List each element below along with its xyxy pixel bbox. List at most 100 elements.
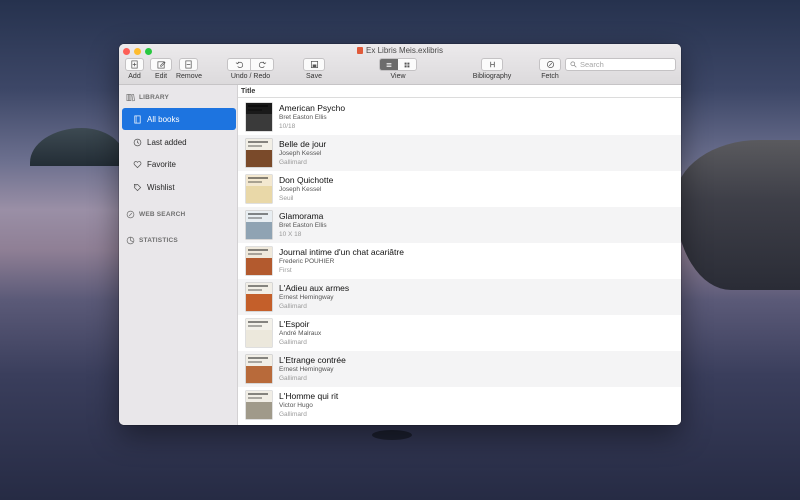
pencil-icon [157, 61, 166, 69]
edit-button[interactable] [150, 58, 172, 71]
book-cover-image [246, 283, 272, 311]
library-icon [125, 92, 135, 102]
cover-title-mark [248, 393, 268, 395]
book-icon [132, 114, 143, 125]
book-author: Ernest Hemingway [279, 366, 334, 373]
remove-button[interactable] [179, 58, 198, 71]
toolbar: Ex Libris Meis.exlibris Add Edit Remove … [119, 44, 681, 85]
book-author: Joseph Kessel [279, 186, 322, 193]
sidebar: LIBRARY All books Last added Favorite Wi [119, 85, 238, 425]
sidebar-item-label: Last added [147, 137, 187, 147]
window-title: Ex Libris Meis.exlibris [119, 46, 681, 55]
cover-author-mark [248, 325, 262, 327]
view-label: View [390, 73, 406, 80]
cover-author-mark [248, 181, 262, 183]
book-title: Belle de jour [279, 139, 327, 149]
grid-icon [404, 62, 410, 67]
table-row[interactable]: L'Adieu aux armes Ernest Hemingway Gallima… [238, 279, 681, 315]
book-author: Victor Hugo [279, 402, 313, 409]
table-row[interactable]: L'Homme qui rit Victor Hugo Gallimard [238, 387, 681, 423]
heart-icon [132, 159, 143, 170]
library-section-label: LIBRARY [139, 93, 170, 101]
compass-icon [125, 209, 135, 219]
book-publisher: First [279, 267, 292, 274]
cover-bottom-band [246, 402, 272, 419]
add-label: Add [128, 73, 141, 80]
table-row[interactable]: Don Quichotte Joseph Kessel Seuil [238, 171, 681, 207]
book-cover-image [246, 211, 272, 239]
cover-title-mark [248, 357, 268, 359]
book-publisher: Gallimard [279, 375, 307, 382]
book-cover-image [246, 103, 272, 131]
web-search-section-label: WEB SEARCH [139, 210, 186, 218]
add-button[interactable] [125, 58, 144, 71]
remove-label: Remove [175, 73, 203, 80]
redo-icon [258, 61, 266, 68]
undo-button[interactable] [227, 58, 251, 71]
web-search-section-header[interactable]: WEB SEARCH [125, 209, 185, 219]
cover-author-mark [248, 109, 262, 111]
book-author: Bret Easton Ellis [279, 114, 327, 121]
sidebar-item-label: All books [147, 114, 180, 124]
redo-button[interactable] [250, 58, 274, 71]
sidebar-item-wishlist[interactable]: Wishlist [122, 176, 236, 198]
bibliography-button[interactable] [481, 58, 503, 71]
book-cover-image [246, 139, 272, 167]
book-list: Title American Psycho Bret Easton Ellis 10… [238, 85, 681, 425]
compass-icon [546, 60, 554, 69]
book-publisher: Gallimard [279, 339, 307, 346]
background-island-bottom [372, 430, 412, 440]
cover-bottom-band [246, 366, 272, 383]
cover-bottom-band [246, 294, 272, 311]
table-row[interactable]: American Psycho Bret Easton Ellis 10/18 [238, 99, 681, 135]
list-view-button[interactable] [380, 59, 398, 70]
cover-author-mark [248, 289, 262, 291]
remove-doc-icon [185, 60, 192, 69]
book-cover-image [246, 175, 272, 203]
book-author: Frederic POUHIER [279, 258, 335, 265]
save-button[interactable] [303, 58, 325, 71]
column-header-title[interactable]: Title [238, 85, 681, 98]
cover-title-mark [248, 141, 268, 143]
cover-author-mark [248, 145, 262, 147]
search-field[interactable] [565, 58, 676, 71]
book-author: Ernest Hemingway [279, 294, 334, 301]
cover-title-mark [248, 213, 268, 215]
sidebar-item-favorite[interactable]: Favorite [122, 153, 236, 175]
book-cover-image [246, 391, 272, 419]
sidebar-item-all-books[interactable]: All books [122, 108, 236, 130]
document-icon [357, 47, 364, 54]
table-row[interactable]: Journal intime d'un chat acariâtre Freder… [238, 243, 681, 279]
fetch-label: Fetch [541, 73, 559, 80]
book-publisher: Gallimard [279, 159, 307, 166]
statistics-icon [125, 235, 135, 245]
table-row[interactable]: Glamorama Bret Easton Ellis 10 X 18 [238, 207, 681, 243]
cover-author-mark [248, 217, 262, 219]
table-row[interactable]: L'Etrange contrée Ernest Hemingway Gallima… [238, 351, 681, 387]
book-author: André Malraux [279, 330, 322, 337]
tag-icon [132, 182, 143, 193]
search-input[interactable] [577, 60, 675, 69]
sidebar-item-last-added[interactable]: Last added [122, 131, 236, 153]
grid-view-button[interactable] [398, 59, 416, 70]
cover-title-mark [248, 249, 268, 251]
view-mode-segmented-control[interactable] [379, 58, 417, 71]
fetch-button[interactable] [539, 58, 561, 71]
book-cover-image [246, 355, 272, 383]
bibliography-icon [489, 61, 495, 68]
add-doc-icon [131, 60, 138, 69]
save-label: Save [306, 73, 322, 80]
cover-title-mark [248, 285, 268, 287]
book-publisher: Seuil [279, 195, 294, 202]
table-row[interactable]: Belle de jour Joseph Kessel Gallimard [238, 135, 681, 171]
clock-icon [132, 137, 143, 148]
book-title: Journal intime d'un chat acariâtre [279, 247, 404, 257]
cover-bottom-band [246, 114, 272, 131]
book-publisher: 10/18 [279, 123, 296, 130]
table-row[interactable]: L'Espoir André Malraux Gallimard [238, 315, 681, 351]
sidebar-item-label: Favorite [147, 159, 176, 169]
undo-icon [235, 61, 243, 68]
cover-bottom-band [246, 150, 272, 167]
cover-bottom-band [246, 330, 272, 347]
statistics-section-header[interactable]: STATISTICS [125, 235, 178, 245]
